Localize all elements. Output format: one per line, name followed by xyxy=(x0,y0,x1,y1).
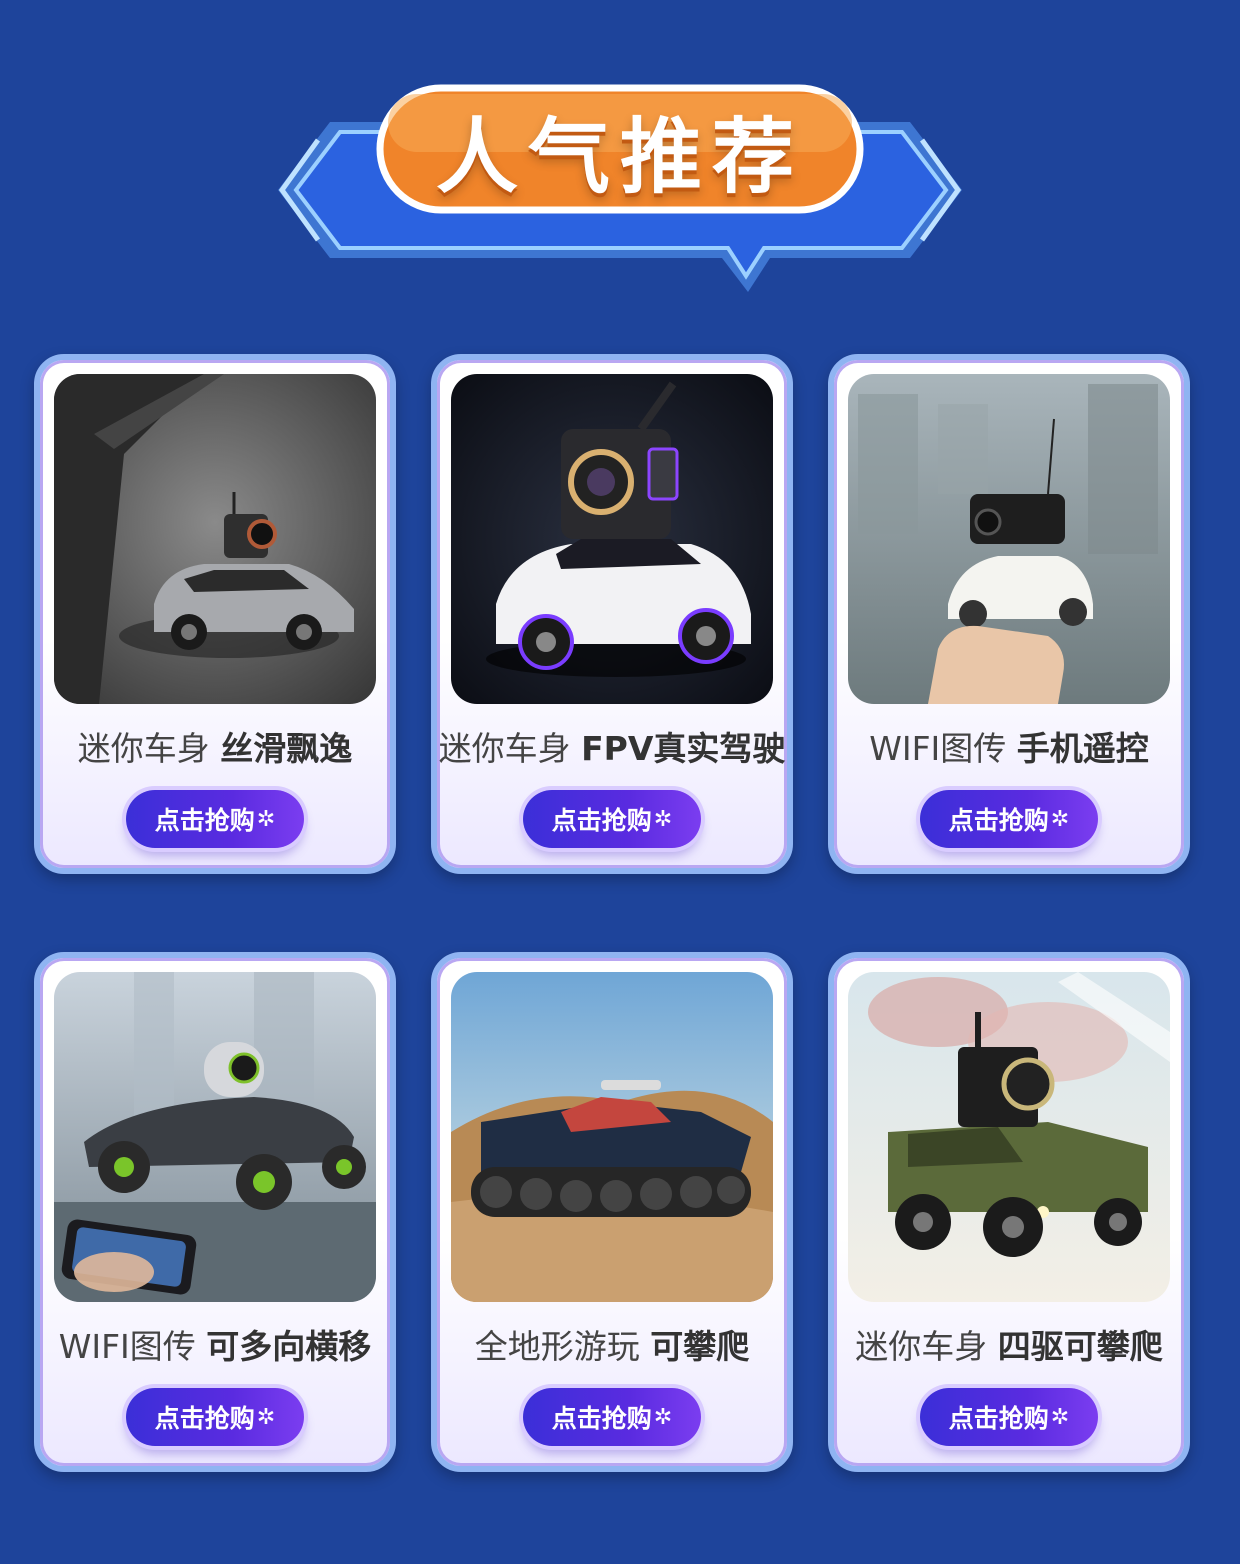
sparkle-icon: ✲ xyxy=(1050,1404,1070,1430)
buy-button-label: 点击抢购 xyxy=(154,806,255,835)
buy-now-button[interactable]: 点击抢购 ✲ xyxy=(523,1388,701,1446)
caption-text: 迷你车身 xyxy=(855,1327,998,1366)
caption-text: 迷你车身 xyxy=(438,729,582,768)
product-caption: 迷你车身 FPV真实驾驶 xyxy=(437,722,787,770)
product-card[interactable]: 迷你车身 四驱可攀爬 点击抢购 ✲ xyxy=(828,952,1190,1472)
buy-now-button[interactable]: 点击抢购 ✲ xyxy=(523,790,701,848)
sparkle-icon: ✲ xyxy=(653,1404,673,1430)
caption-highlight: 手机遥控 xyxy=(1016,729,1149,768)
buy-button-label: 点击抢购 xyxy=(551,806,652,835)
product-card[interactable]: 迷你车身 丝滑飘逸 点击抢购 ✲ xyxy=(34,354,396,874)
product-image[interactable] xyxy=(848,374,1170,704)
caption-text: WIFI图传 xyxy=(869,729,1017,768)
buy-now-button[interactable]: 点击抢购 ✲ xyxy=(920,790,1098,848)
product-caption: WIFI图传 可多向横移 xyxy=(40,1320,390,1368)
product-caption: 全地形游玩 可攀爬 xyxy=(437,1320,787,1368)
buy-now-button[interactable]: 点击抢购 ✲ xyxy=(126,1388,304,1446)
product-image[interactable] xyxy=(54,374,376,704)
sparkle-icon: ✲ xyxy=(256,1404,276,1430)
product-card[interactable]: 全地形游玩 可攀爬 点击抢购 ✲ xyxy=(431,952,793,1472)
product-caption: 迷你车身 丝滑飘逸 xyxy=(40,722,390,770)
buy-now-button[interactable]: 点击抢购 ✲ xyxy=(126,790,304,848)
product-card[interactable]: 迷你车身 FPV真实驾驶 点击抢购 ✲ xyxy=(431,354,793,874)
product-card[interactable]: WIFI图传 手机遥控 点击抢购 ✲ xyxy=(828,354,1190,874)
caption-highlight: FPV真实驾驶 xyxy=(581,729,786,768)
buy-now-button[interactable]: 点击抢购 ✲ xyxy=(920,1388,1098,1446)
caption-text: WIFI图传 xyxy=(58,1327,207,1366)
header-banner: 人气推荐 xyxy=(0,0,1240,320)
caption-highlight: 丝滑飘逸 xyxy=(220,729,353,768)
page-title: 人气推荐 xyxy=(435,109,804,205)
buy-button-label: 点击抢购 xyxy=(154,1404,255,1433)
product-image[interactable] xyxy=(451,972,773,1302)
product-image[interactable] xyxy=(451,374,773,704)
product-caption: 迷你车身 四驱可攀爬 xyxy=(834,1320,1184,1368)
product-image[interactable] xyxy=(54,972,376,1302)
buy-button-label: 点击抢购 xyxy=(551,1404,652,1433)
caption-text: 迷你车身 xyxy=(77,729,221,768)
caption-text: 全地形游玩 xyxy=(474,1327,651,1366)
buy-button-label: 点击抢购 xyxy=(948,806,1049,835)
caption-highlight: 可攀爬 xyxy=(650,1327,750,1366)
sparkle-icon: ✲ xyxy=(653,806,673,832)
product-caption: WIFI图传 手机遥控 xyxy=(834,722,1184,770)
caption-highlight: 可多向横移 xyxy=(206,1327,372,1366)
sparkle-icon: ✲ xyxy=(1050,806,1070,832)
sparkle-icon: ✲ xyxy=(256,806,276,832)
product-card[interactable]: WIFI图传 可多向横移 点击抢购 ✲ xyxy=(34,952,396,1472)
product-image[interactable] xyxy=(848,972,1170,1302)
caption-highlight: 四驱可攀爬 xyxy=(997,1327,1163,1366)
buy-button-label: 点击抢购 xyxy=(948,1404,1049,1433)
